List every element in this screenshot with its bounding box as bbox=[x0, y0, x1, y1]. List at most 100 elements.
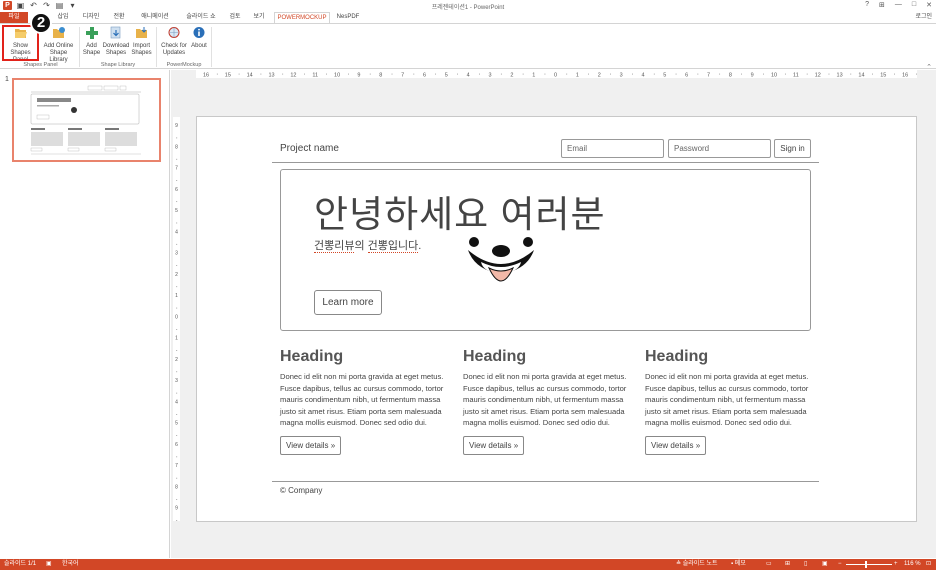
button-label: Add bbox=[86, 43, 97, 49]
comments-button[interactable]: ▪ 메모 bbox=[731, 559, 746, 570]
slide-sorter-icon[interactable]: ⊞ bbox=[785, 559, 790, 570]
tab-view[interactable]: 보기 bbox=[250, 12, 268, 23]
view-details-button[interactable]: View details » bbox=[463, 435, 525, 455]
title-bar: P ▣ ↶ ↷ ▤ ▾ 프레젠테이션1 - PowerPoint ? ⊞ — □… bbox=[0, 0, 936, 12]
ruler-tick bbox=[282, 73, 284, 75]
ruler-tick bbox=[916, 73, 917, 75]
tab-nespdf[interactable]: NesPDF bbox=[334, 12, 362, 23]
ruler-tick bbox=[348, 73, 349, 75]
learn-more-button[interactable]: Learn more bbox=[314, 290, 382, 315]
ruler-tick bbox=[544, 73, 546, 75]
hero-title: 안녕하세요 여러분 bbox=[314, 194, 606, 235]
slide-thumbnail-preview bbox=[30, 85, 141, 155]
language-indicator[interactable]: 한국어 bbox=[62, 559, 79, 570]
vertical-ruler[interactable]: 9 8 7 6 5 4 3 2 1 0 1 2 3 4 5 6 7 8 9 bbox=[173, 117, 180, 521]
help-icon[interactable]: ? bbox=[865, 1, 869, 9]
step-number-badge: 2 bbox=[30, 12, 52, 34]
zoom-in-icon[interactable]: + bbox=[894, 559, 898, 570]
tab-animations[interactable]: 애니메이션 bbox=[134, 12, 176, 23]
horizontal-ruler[interactable]: 16 15 14 13 12 11 10 9 8 7 6 5 4 3 2 1 0 1 2 3 4 5 6 7 8 9 10 11 12 1… bbox=[196, 70, 917, 79]
zoom-level[interactable]: 116 % bbox=[904, 559, 921, 570]
notes-label: 슬라이드 노트 bbox=[682, 561, 718, 567]
content-column: Heading Donec id elit non mi porta gravi… bbox=[645, 348, 815, 455]
content-column: Heading Donec id elit non mi porta gravi… bbox=[463, 348, 633, 455]
normal-view-icon[interactable]: ▭ bbox=[766, 559, 772, 570]
ruler-tick bbox=[828, 73, 830, 75]
fit-to-window-icon[interactable]: ⊡ bbox=[926, 559, 931, 570]
spell-check-icon[interactable]: ▣ bbox=[46, 559, 52, 570]
ruler-tick bbox=[653, 73, 655, 75]
ruler-tick bbox=[176, 435, 178, 436]
column-body: Donec id elit non mi porta gravida at eg… bbox=[645, 372, 809, 427]
password-field[interactable]: Password bbox=[668, 139, 771, 158]
ruler-tick bbox=[176, 265, 178, 266]
about-button[interactable]: About bbox=[189, 26, 209, 50]
slide-canvas[interactable]: Project name Email Password Sign in 안녕하세… bbox=[196, 116, 917, 522]
reading-view-icon[interactable]: ▯ bbox=[804, 559, 807, 570]
zoom-out-icon[interactable]: − bbox=[838, 559, 842, 570]
notes-button[interactable]: ≙ 슬라이드 노트 bbox=[676, 559, 718, 570]
ruler-tick bbox=[176, 520, 178, 521]
slide-thumbnail[interactable] bbox=[12, 78, 161, 162]
import-shapes-button[interactable]: Import Shapes bbox=[130, 26, 153, 57]
tab-slideshow[interactable]: 슬라이드 쇼 bbox=[180, 12, 222, 23]
tab-transitions[interactable]: 전환 bbox=[108, 12, 130, 23]
ruler-tick bbox=[872, 73, 873, 75]
ruler-tick-label: 5 bbox=[175, 421, 178, 427]
ruler-tick-label: 7 bbox=[175, 463, 178, 469]
project-name[interactable]: Project name bbox=[280, 143, 339, 154]
zoom-slider[interactable] bbox=[846, 564, 892, 565]
ruler-tick-label: 3 bbox=[488, 73, 491, 79]
ruler-tick-label: 12 bbox=[290, 73, 296, 79]
button-label: Download bbox=[102, 43, 130, 49]
check-for-updates-button[interactable]: Check for Updates bbox=[159, 26, 189, 57]
ruler-tick bbox=[326, 73, 327, 75]
plus-icon bbox=[85, 27, 98, 39]
hero-subtitle-part: . bbox=[418, 240, 422, 252]
add-shape-button[interactable]: Add Shape bbox=[81, 26, 102, 57]
ruler-tick-label: 5 bbox=[445, 73, 448, 79]
tab-review[interactable]: 검토 bbox=[226, 12, 244, 23]
globe-refresh-icon bbox=[168, 27, 180, 38]
tab-design[interactable]: 디자인 bbox=[78, 12, 104, 23]
ruler-tick-label: 8 bbox=[175, 144, 178, 150]
jumbotron[interactable]: 안녕하세요 여러분 건뽕리뷰의 건뽕입니다. Learn more bbox=[280, 169, 811, 331]
ruler-tick bbox=[850, 73, 852, 75]
ribbon: Show Shapes Panel Add Online Shape Libra… bbox=[0, 23, 936, 71]
column-body: Donec id elit non mi porta gravida at eg… bbox=[280, 372, 444, 427]
ruler-tick bbox=[479, 73, 480, 75]
ruler-tick bbox=[176, 201, 178, 203]
ruler-tick bbox=[176, 243, 178, 245]
ruler-tick-label: 10 bbox=[334, 73, 340, 79]
minimize-icon[interactable]: — bbox=[895, 1, 902, 9]
ruler-tick bbox=[176, 158, 178, 160]
ruler-tick-label: 13 bbox=[837, 73, 843, 79]
button-label: About bbox=[191, 43, 207, 49]
login-link[interactable]: 로그인 bbox=[915, 12, 932, 23]
ruler-tick bbox=[176, 350, 178, 351]
ruler-tick-label: 7 bbox=[401, 73, 404, 79]
tab-file[interactable]: 파일 bbox=[0, 12, 28, 23]
ruler-tick bbox=[391, 73, 393, 75]
ruler-tick bbox=[894, 73, 895, 75]
ruler-tick-label: 1 bbox=[175, 336, 178, 342]
tab-insert[interactable]: 삽입 bbox=[52, 12, 74, 23]
email-field[interactable]: Email bbox=[561, 139, 664, 158]
ruler-tick-label: 2 bbox=[175, 272, 178, 278]
view-details-button[interactable]: View details » bbox=[645, 435, 707, 455]
zoom-slider-thumb[interactable] bbox=[865, 561, 867, 568]
ruler-tick-label: 3 bbox=[620, 73, 623, 79]
view-details-button[interactable]: View details » bbox=[280, 435, 342, 455]
ruler-tick-label: 11 bbox=[793, 73, 799, 79]
slideshow-view-icon[interactable]: ▣ bbox=[822, 559, 828, 570]
ruler-tick bbox=[763, 73, 764, 75]
download-shapes-button[interactable]: Download Shapes bbox=[102, 26, 130, 57]
maximize-icon[interactable]: □ bbox=[912, 1, 916, 9]
sign-in-button[interactable]: Sign in bbox=[774, 139, 811, 158]
close-icon[interactable]: ✕ bbox=[926, 1, 932, 9]
ruler-tick bbox=[369, 73, 371, 75]
button-label: Shapes bbox=[105, 50, 127, 56]
ribbon-display-icon[interactable]: ⊞ bbox=[879, 1, 885, 9]
ruler-tick-label: 11 bbox=[312, 73, 318, 79]
import-folder-icon bbox=[135, 27, 147, 38]
